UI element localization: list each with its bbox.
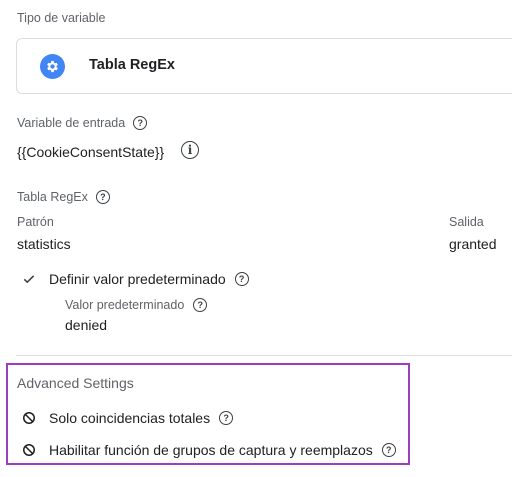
option-full-matches[interactable]: Solo coincidencias totales ?: [22, 410, 234, 426]
help-icon[interactable]: ?: [95, 190, 110, 204]
input-variable-header: Variable de entrada ?: [17, 116, 148, 130]
advanced-settings-title: Advanced Settings: [17, 375, 134, 391]
block-icon: [22, 411, 36, 425]
default-value-checkbox-label: Definir valor predeterminado: [49, 271, 226, 287]
help-icon[interactable]: ?: [133, 116, 148, 130]
check-icon: [23, 275, 35, 284]
regex-table-header: Tabla RegEx ?: [17, 190, 110, 204]
table-row-pattern[interactable]: statistics: [17, 236, 71, 252]
default-value-field[interactable]: denied: [65, 317, 107, 333]
block-icon: [22, 443, 36, 457]
info-icon[interactable]: i: [181, 141, 199, 159]
gear-icon: [40, 54, 65, 79]
default-value-checkbox[interactable]: Definir valor predeterminado ?: [22, 271, 249, 287]
option-capture-groups-label: Habilitar función de grupos de captura y…: [49, 442, 373, 458]
regex-table-label: Tabla RegEx: [17, 190, 88, 204]
input-variable-label: Variable de entrada: [17, 116, 126, 130]
section-divider: [16, 355, 512, 356]
option-full-matches-label: Solo coincidencias totales: [49, 410, 211, 426]
pattern-column-header: Patrón: [17, 215, 54, 229]
help-icon[interactable]: ?: [234, 272, 249, 286]
default-value-label: Valor predeterminado: [65, 298, 185, 312]
option-capture-groups[interactable]: Habilitar función de grupos de captura y…: [22, 442, 396, 458]
variable-type-label: Tipo de variable: [17, 11, 106, 25]
help-icon[interactable]: ?: [381, 443, 396, 457]
variable-type-title: Tabla RegEx: [89, 57, 175, 73]
table-row-output[interactable]: granted: [449, 236, 496, 252]
help-icon[interactable]: ?: [219, 411, 234, 425]
input-variable-value[interactable]: {{CookieConsentState}}: [17, 144, 164, 160]
output-column-header: Salida: [449, 215, 484, 229]
default-value-header: Valor predeterminado ?: [65, 298, 208, 312]
help-icon[interactable]: ?: [193, 298, 208, 312]
